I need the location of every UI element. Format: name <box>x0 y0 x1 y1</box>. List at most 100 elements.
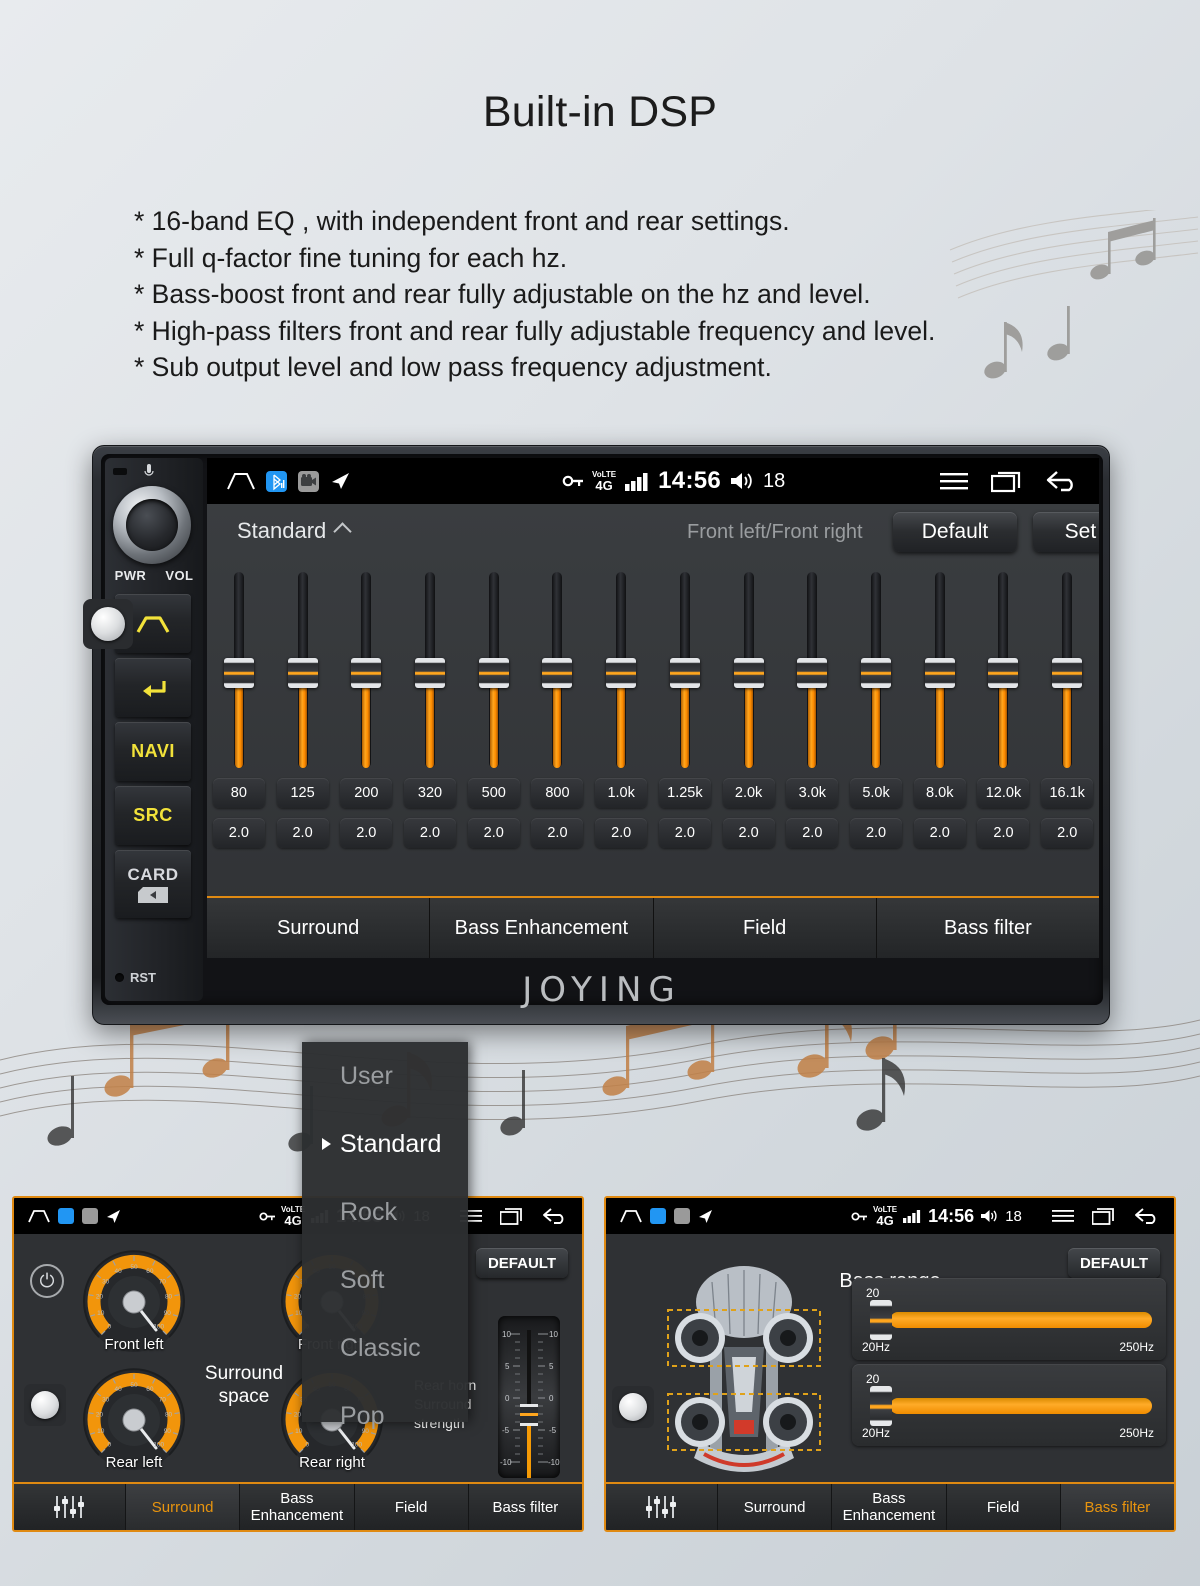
rotary-select-knob[interactable] <box>24 1384 66 1426</box>
slider-handle[interactable] <box>797 658 828 688</box>
slider-handle[interactable] <box>733 658 764 688</box>
eq-frequency-chip[interactable]: 8.0k <box>913 778 966 808</box>
eq-frequency-chip[interactable]: 320 <box>404 778 457 808</box>
panel-tab[interactable]: Field <box>355 1484 469 1530</box>
eq-qfactor-chip[interactable]: 2.0 <box>276 818 329 848</box>
eq-band-slider[interactable] <box>207 566 271 774</box>
back-arrow-icon[interactable] <box>1045 469 1079 493</box>
src-button[interactable]: SRC <box>115 786 191 845</box>
dashcam-icon[interactable] <box>82 1208 98 1224</box>
hamburger-menu-icon[interactable] <box>939 470 969 492</box>
slider-handle[interactable] <box>478 658 509 688</box>
back-arrow-icon[interactable] <box>1134 1207 1160 1225</box>
preset-selector[interactable]: Standard <box>237 518 352 544</box>
navigation-arrow-icon[interactable] <box>106 1209 121 1224</box>
eq-sliders-tab[interactable] <box>606 1484 718 1530</box>
eq-band-slider[interactable] <box>653 566 717 774</box>
navi-button[interactable]: NAVI <box>115 722 191 781</box>
eq-qfactor-chip[interactable]: 2.0 <box>212 818 265 848</box>
eq-band-slider[interactable] <box>462 566 526 774</box>
preset-dropdown-menu[interactable]: User Standard Rock Soft Classic Pop <box>302 1042 468 1430</box>
recent-apps-icon[interactable] <box>991 469 1023 493</box>
slider-handle[interactable] <box>606 658 637 688</box>
slider-handle[interactable] <box>223 658 254 688</box>
power-volume-knob[interactable] <box>113 486 193 566</box>
panel-tab[interactable]: Field <box>947 1484 1061 1530</box>
eq-frequency-chip[interactable]: 1.25k <box>658 778 711 808</box>
slider-handle[interactable] <box>542 658 573 688</box>
eq-frequency-chip[interactable]: 80 <box>212 778 265 808</box>
eq-frequency-chip[interactable]: 200 <box>340 778 393 808</box>
slider-handle[interactable] <box>415 658 446 688</box>
home-icon[interactable] <box>227 472 255 490</box>
eq-tab[interactable]: Bass Enhancement <box>430 898 654 958</box>
eq-frequency-chip[interactable]: 12.0k <box>977 778 1030 808</box>
eq-band-slider[interactable] <box>334 566 398 774</box>
eq-sliders-tab[interactable] <box>14 1484 126 1530</box>
eq-frequency-chip[interactable]: 2.0k <box>722 778 775 808</box>
panel-tab[interactable]: Surround <box>126 1484 241 1530</box>
eq-qfactor-chip[interactable]: 2.0 <box>913 818 966 848</box>
bluetooth-app-icon[interactable] <box>266 470 287 492</box>
home-icon[interactable] <box>28 1209 50 1223</box>
bass-range-slider-rear[interactable]: 20 20Hz 250Hz <box>852 1364 1166 1446</box>
bass-range-slider-front[interactable]: 20 20Hz 250Hz <box>852 1278 1166 1360</box>
panel-tab[interactable]: Bass Enhancement <box>832 1484 947 1530</box>
preset-option[interactable]: Classic <box>302 1314 468 1382</box>
eq-qfactor-chip[interactable]: 2.0 <box>850 818 903 848</box>
eq-frequency-chip[interactable]: 16.1k <box>1041 778 1094 808</box>
eq-band-slider[interactable] <box>908 566 972 774</box>
slider-handle[interactable] <box>861 658 892 688</box>
eq-band-slider[interactable] <box>398 566 462 774</box>
back-button[interactable] <box>115 658 191 717</box>
eq-qfactor-chip[interactable]: 2.0 <box>467 818 520 848</box>
back-arrow-icon[interactable] <box>542 1207 568 1225</box>
slider-handle[interactable] <box>351 658 382 688</box>
preset-option[interactable]: Pop <box>302 1382 468 1450</box>
eq-qfactor-chip[interactable]: 2.0 <box>722 818 775 848</box>
navigation-arrow-icon[interactable] <box>330 471 350 491</box>
eq-frequency-chip[interactable]: 125 <box>276 778 329 808</box>
eq-band-slider[interactable] <box>972 566 1036 774</box>
dashcam-icon[interactable] <box>674 1208 690 1224</box>
preset-option[interactable]: Rock <box>302 1178 468 1246</box>
surround-strength-slider[interactable]: 10 10 0 0 -5 -5 -10 -10 5 5 <box>498 1316 560 1478</box>
power-toggle-button[interactable]: ⏻ <box>30 1264 64 1298</box>
eq-frequency-chip[interactable]: 3.0k <box>786 778 839 808</box>
rotary-select-knob[interactable] <box>83 599 133 649</box>
eq-band-slider[interactable] <box>526 566 590 774</box>
eq-tab[interactable]: Field <box>654 898 877 958</box>
dashcam-icon[interactable] <box>298 470 319 492</box>
preset-option[interactable]: Soft <box>302 1246 468 1314</box>
panel-tab[interactable]: Surround <box>718 1484 833 1530</box>
eq-qfactor-chip[interactable]: 2.0 <box>531 818 584 848</box>
eq-qfactor-chip[interactable]: 2.0 <box>595 818 648 848</box>
eq-frequency-chip[interactable]: 1.0k <box>595 778 648 808</box>
eq-tab[interactable]: Surround <box>207 898 431 958</box>
eq-band-slider[interactable] <box>780 566 844 774</box>
eq-band-slider[interactable] <box>271 566 335 774</box>
eq-tab[interactable]: Bass filter <box>877 898 1099 958</box>
eq-qfactor-chip[interactable]: 2.0 <box>977 818 1030 848</box>
default-button[interactable]: Default <box>893 512 1017 552</box>
card-slot[interactable]: CARD <box>115 850 191 918</box>
recent-apps-icon[interactable] <box>500 1207 524 1225</box>
dial-rear-left[interactable]: 0 10 20 30 40 50 60 70 80 90 100 Rear left <box>82 1368 186 1472</box>
bluetooth-app-icon[interactable] <box>650 1208 666 1224</box>
eq-frequency-chip[interactable]: 5.0k <box>850 778 903 808</box>
eq-qfactor-chip[interactable]: 2.0 <box>404 818 457 848</box>
slider-handle[interactable] <box>924 658 955 688</box>
rotary-select-knob[interactable] <box>612 1386 654 1428</box>
slider-handle[interactable] <box>1052 658 1083 688</box>
panel-tab[interactable]: Bass filter <box>469 1484 582 1530</box>
bass-slider-handle[interactable] <box>870 1386 892 1426</box>
preset-option[interactable]: User <box>302 1042 468 1110</box>
eq-qfactor-chip[interactable]: 2.0 <box>658 818 711 848</box>
eq-band-slider[interactable] <box>844 566 908 774</box>
panel-tab[interactable]: Bass Enhancement <box>240 1484 355 1530</box>
slider-handle[interactable] <box>988 658 1019 688</box>
dial-front-left[interactable]: 0 10 20 30 40 50 60 70 80 90 100 Front left <box>82 1250 186 1354</box>
eq-qfactor-chip[interactable]: 2.0 <box>340 818 393 848</box>
preset-option[interactable]: Standard <box>302 1110 468 1178</box>
touchscreen[interactable]: VoLTE 4G 14:56 18 Standard Front left/Fr… <box>207 458 1099 958</box>
